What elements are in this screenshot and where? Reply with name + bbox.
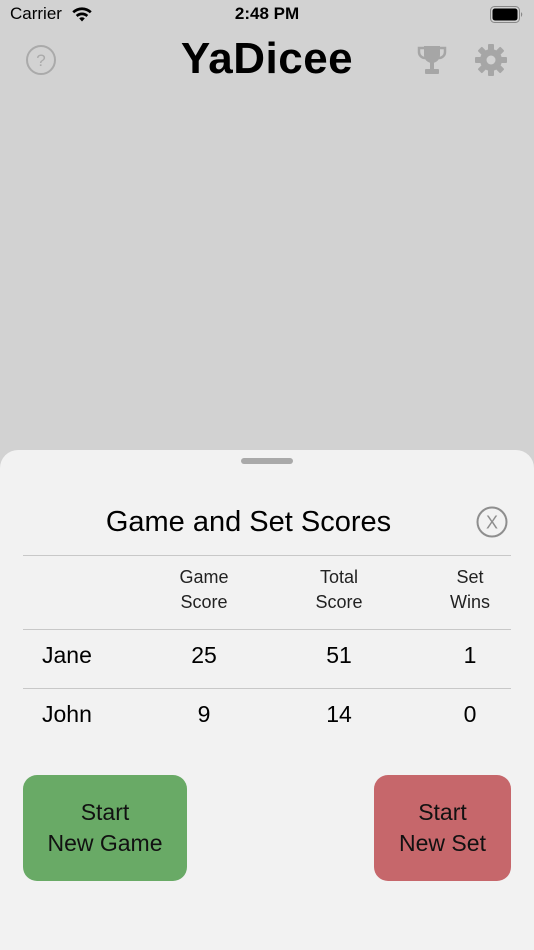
sheet-title: Game and Set Scores xyxy=(105,506,392,538)
total-score-cell: 14 xyxy=(326,701,352,727)
column-header-set-wins: Set Wins xyxy=(450,567,490,612)
button-label: New Set xyxy=(399,830,486,856)
trophy-icon[interactable] xyxy=(416,43,448,77)
button-label: Start xyxy=(80,799,130,825)
total-score-cell: 51 xyxy=(326,642,352,668)
sheet-grabber[interactable] xyxy=(241,458,293,464)
button-label: New Game xyxy=(47,830,163,856)
player-name: Jane xyxy=(42,642,92,668)
divider xyxy=(23,688,511,689)
game-score-cell: 9 xyxy=(197,701,211,727)
game-score-cell: 25 xyxy=(191,642,217,668)
set-wins-cell: 1 xyxy=(463,642,477,668)
battery-icon xyxy=(490,6,523,23)
start-new-game-button[interactable]: Start New Game xyxy=(23,775,187,881)
status-bar: Carrier 2:48 PM xyxy=(0,0,534,30)
set-wins-cell: 0 xyxy=(463,701,477,727)
svg-text:X: X xyxy=(486,513,498,533)
button-label: Start xyxy=(418,799,467,825)
status-time: 2:48 PM xyxy=(234,4,300,23)
column-header-total-score: Total Score xyxy=(315,567,363,612)
divider xyxy=(23,629,511,630)
start-new-set-button[interactable]: Start New Set xyxy=(374,775,511,881)
player-name: John xyxy=(42,701,92,727)
app-title: YaDicee xyxy=(180,34,354,83)
x-circle-icon[interactable]: X xyxy=(476,506,508,538)
column-header-game-score: Game Score xyxy=(179,567,229,612)
scores-sheet: Game and Set Scores X Game Score Total S… xyxy=(0,450,534,950)
divider xyxy=(23,555,511,556)
gear-icon[interactable] xyxy=(474,43,508,77)
